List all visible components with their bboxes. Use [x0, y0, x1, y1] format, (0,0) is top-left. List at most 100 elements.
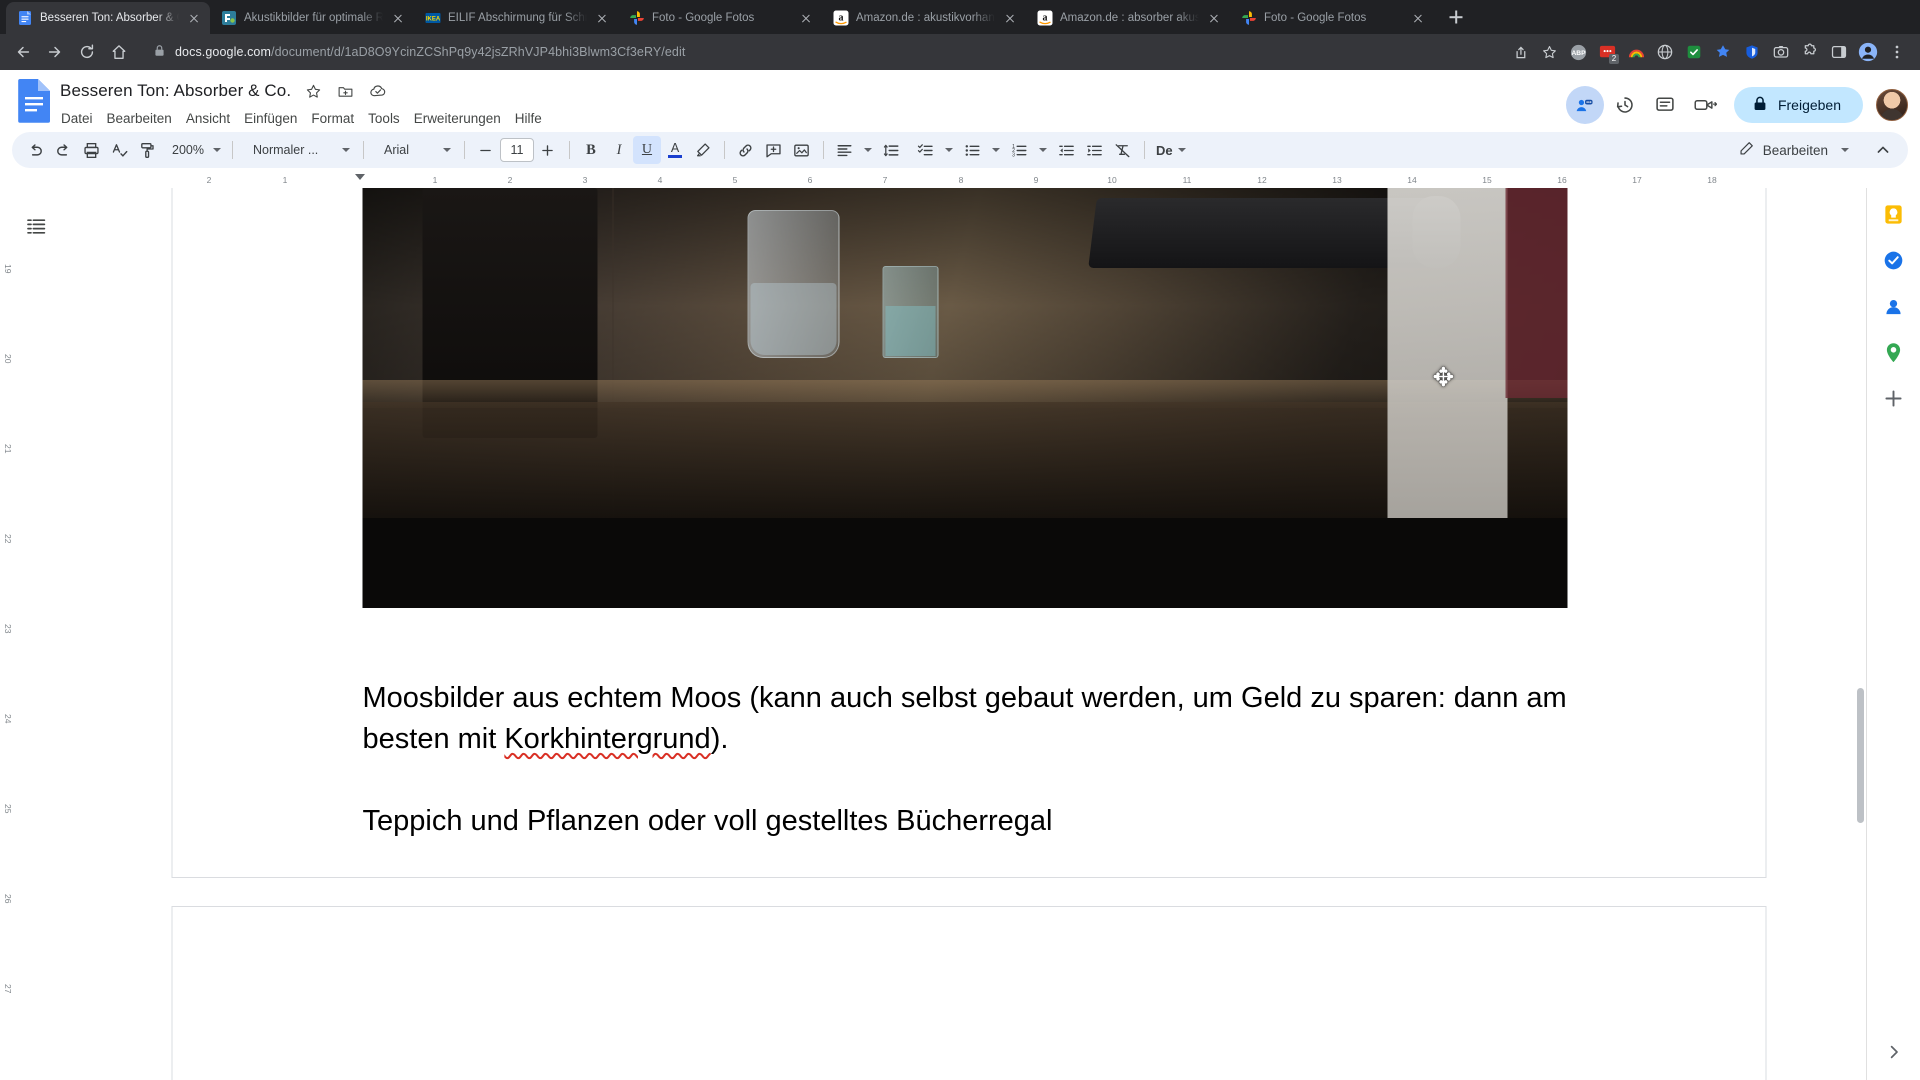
expand-panel-icon[interactable] [1880, 1038, 1908, 1066]
line-spacing-icon[interactable] [878, 136, 906, 164]
translate-icon[interactable] [1652, 39, 1678, 65]
close-icon[interactable] [1002, 10, 1018, 26]
document-paragraph-2[interactable]: Teppich und Pflanzen oder voll gestellte… [363, 801, 1576, 842]
rainbow-extension-icon[interactable] [1623, 39, 1649, 65]
paint-format-icon[interactable] [133, 136, 161, 164]
move-to-folder-icon[interactable] [336, 82, 355, 101]
spellcheck-icon[interactable] [105, 136, 133, 164]
zoom-select[interactable]: 200% [161, 136, 225, 164]
bitwarden-icon[interactable] [1739, 39, 1765, 65]
google-maps-icon[interactable] [1880, 338, 1908, 366]
menu-format[interactable]: Format [304, 108, 361, 129]
puzzle-extensions-icon[interactable] [1797, 39, 1823, 65]
menu-hilfe[interactable]: Hilfe [508, 108, 549, 129]
screenshot-icon[interactable] [1768, 39, 1794, 65]
document-scrollbar[interactable] [1854, 188, 1866, 1080]
document-canvas[interactable]: ✥ Moosbilder aus echtem Moos (kann auch … [72, 188, 1866, 1080]
document-image[interactable]: ✥ [362, 188, 1568, 608]
bulleted-list-icon[interactable] [959, 136, 987, 164]
close-icon[interactable] [1206, 10, 1222, 26]
browser-tab-3[interactable]: Foto - Google Fotos [618, 2, 822, 34]
google-contacts-icon[interactable] [1880, 292, 1908, 320]
browser-tab-2[interactable]: IKEA EILIF Abschirmung für Schreibtis [414, 2, 618, 34]
font-family-select[interactable]: Arial [371, 136, 457, 164]
insert-image-icon[interactable] [788, 136, 816, 164]
share-button[interactable]: Freigeben [1733, 87, 1863, 123]
menu-einfuegen[interactable]: Einfügen [237, 108, 304, 129]
checklist-icon[interactable] [912, 136, 940, 164]
underline-button[interactable]: U [632, 136, 661, 164]
browser-tab-5[interactable]: a Amazon.de : absorber akustik [1026, 2, 1230, 34]
new-tab-button[interactable] [1442, 3, 1470, 31]
page-title[interactable]: Besseren Ton: Absorber & Co. [60, 81, 291, 101]
star-icon[interactable] [304, 82, 323, 101]
google-tasks-icon[interactable] [1880, 246, 1908, 274]
extension-red-icon[interactable]: 2 [1594, 39, 1620, 65]
italic-button[interactable]: I [605, 136, 633, 164]
chevron-down-icon[interactable] [1038, 148, 1047, 152]
undo-icon[interactable] [21, 136, 49, 164]
back-button[interactable] [8, 37, 38, 67]
add-apps-icon[interactable] [1880, 384, 1908, 412]
document-outline-icon[interactable] [22, 212, 50, 240]
decrease-indent-icon[interactable] [1053, 136, 1081, 164]
redo-icon[interactable] [49, 136, 77, 164]
clear-formatting-icon[interactable] [1109, 136, 1137, 164]
close-icon[interactable] [1410, 10, 1426, 26]
green-extension-icon[interactable] [1681, 39, 1707, 65]
decrease-font-size-button[interactable] [472, 136, 500, 164]
cloud-saved-icon[interactable] [368, 82, 387, 101]
first-line-indent-marker[interactable] [355, 174, 365, 180]
forward-button[interactable] [40, 37, 70, 67]
browser-tab-4[interactable]: a Amazon.de : akustikvorhang [822, 2, 1026, 34]
highlight-icon[interactable] [689, 136, 717, 164]
language-select[interactable]: De [1152, 136, 1188, 164]
add-comment-icon[interactable] [760, 136, 788, 164]
horizontal-ruler[interactable]: 2 1 1 2 3 4 5 6 7 8 9 10 11 12 13 14 15 … [0, 174, 1920, 188]
spelling-error-word[interactable]: Korkhintergrund [504, 723, 710, 755]
collapse-toolbar-icon[interactable] [1869, 136, 1897, 164]
close-icon[interactable] [390, 10, 406, 26]
increase-indent-icon[interactable] [1081, 136, 1109, 164]
chrome-menu-icon[interactable] [1884, 39, 1910, 65]
menu-ansicht[interactable]: Ansicht [179, 108, 237, 129]
close-icon[interactable] [186, 10, 202, 26]
address-bar[interactable]: docs.google.com/document/d/1aD8O9YcinZCS… [142, 39, 1499, 65]
chevron-down-icon[interactable] [944, 148, 953, 152]
paragraph-style-select[interactable]: Normaler ... [240, 136, 356, 164]
browser-tab-6[interactable]: Foto - Google Fotos [1230, 2, 1434, 34]
menu-tools[interactable]: Tools [361, 108, 407, 129]
comments-icon[interactable] [1646, 86, 1684, 124]
menu-bearbeiten[interactable]: Bearbeiten [100, 108, 179, 129]
sidepanel-icon[interactable] [1826, 39, 1852, 65]
close-icon[interactable] [798, 10, 814, 26]
print-icon[interactable] [77, 136, 105, 164]
chevron-down-icon[interactable] [863, 148, 872, 152]
document-paragraph-1[interactable]: Moosbilder aus echtem Moos (kann auch se… [363, 678, 1576, 761]
editing-mode-button[interactable]: Bearbeiten [1728, 135, 1857, 165]
increase-font-size-button[interactable] [534, 136, 562, 164]
text-color-button[interactable]: A [661, 136, 689, 164]
close-icon[interactable] [594, 10, 610, 26]
document-page-2[interactable] [171, 906, 1767, 1080]
reload-button[interactable] [72, 37, 102, 67]
browser-tab-1[interactable]: Akustikbilder für optimale Raum [210, 2, 414, 34]
google-docs-logo-icon[interactable] [14, 78, 54, 130]
chevron-down-icon[interactable] [991, 148, 1000, 152]
avatar[interactable] [1876, 89, 1908, 121]
scrollbar-thumb[interactable] [1857, 688, 1864, 823]
align-left-icon[interactable] [831, 136, 859, 164]
home-button[interactable] [104, 37, 134, 67]
numbered-list-icon[interactable]: 123 [1006, 136, 1034, 164]
menu-erweiterungen[interactable]: Erweiterungen [407, 108, 508, 129]
menu-datei[interactable]: Datei [54, 108, 100, 129]
present-camera-icon[interactable] [1686, 86, 1724, 124]
browser-tab-0[interactable]: Besseren Ton: Absorber & Co. - [6, 2, 210, 34]
link-icon[interactable] [732, 136, 760, 164]
share-icon[interactable] [1507, 39, 1533, 65]
version-history-icon[interactable] [1606, 86, 1644, 124]
meet-call-icon[interactable] [1565, 86, 1604, 124]
google-keep-icon[interactable] [1880, 200, 1908, 228]
adblock-plus-icon[interactable]: ABP [1565, 39, 1591, 65]
bookmark-star-icon[interactable] [1536, 39, 1562, 65]
